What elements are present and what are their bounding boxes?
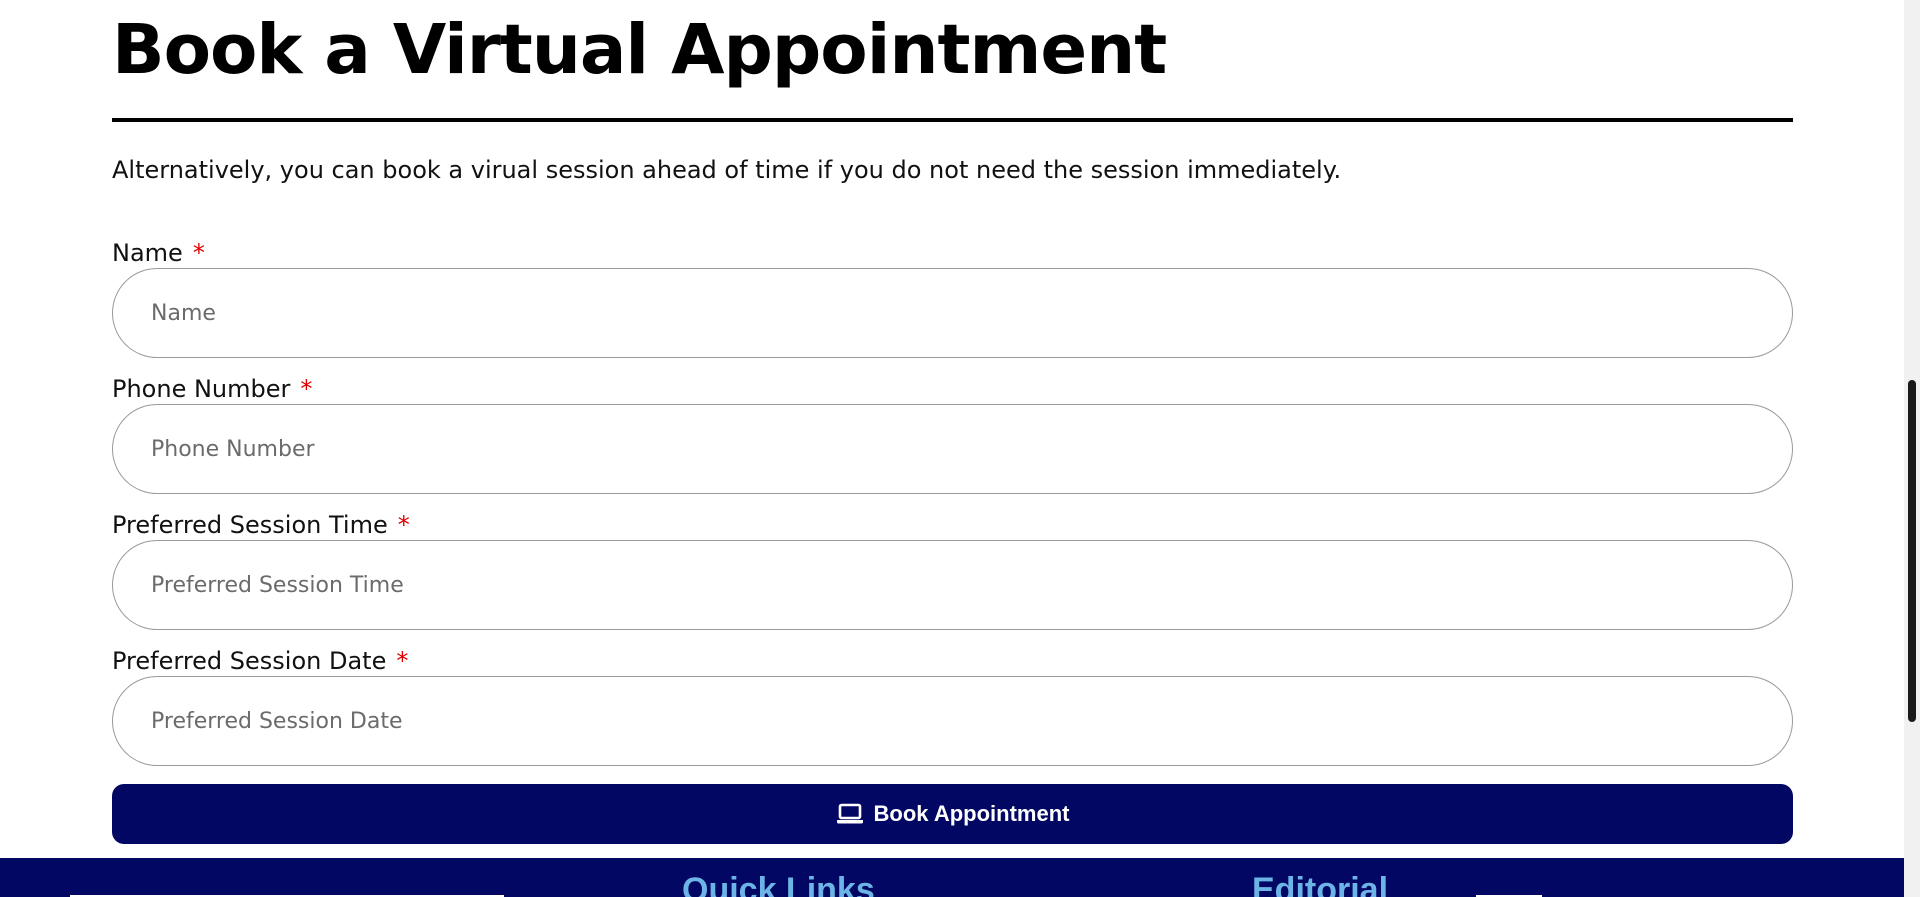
required-marker: * <box>397 511 410 539</box>
phone-field-group: Phone Number * <box>112 374 1793 494</box>
session-date-label: Preferred Session Date * <box>112 646 1793 676</box>
session-time-label-text: Preferred Session Time <box>112 511 388 539</box>
laptop-icon <box>836 803 863 824</box>
session-time-label: Preferred Session Time * <box>112 510 1793 540</box>
session-time-field-group: Preferred Session Time * <box>112 510 1793 630</box>
required-marker: * <box>300 375 313 403</box>
footer-heading-quick-links: Quick Links <box>682 871 875 897</box>
phone-input[interactable] <box>112 404 1793 494</box>
name-label: Name * <box>112 238 1793 268</box>
name-input[interactable] <box>112 268 1793 358</box>
page-title: Book a Virtual Appointment <box>112 10 1167 90</box>
title-divider <box>112 118 1793 122</box>
required-marker: * <box>192 239 205 267</box>
page-scrollbar[interactable] <box>1904 0 1920 897</box>
page: Book a Virtual Appointment Alternatively… <box>0 0 1920 897</box>
required-marker: * <box>396 647 409 675</box>
footer-heading-editorial: Editorial <box>1252 871 1389 897</box>
scrollbar-thumb[interactable] <box>1908 380 1916 722</box>
book-appointment-label: Book Appointment <box>873 801 1070 826</box>
phone-label: Phone Number * <box>112 374 1793 404</box>
session-date-field-group: Preferred Session Date * <box>112 646 1793 766</box>
phone-label-text: Phone Number <box>112 375 291 403</box>
session-time-input[interactable] <box>112 540 1793 630</box>
name-field-group: Name * <box>112 238 1793 358</box>
book-appointment-button[interactable]: Book Appointment <box>112 784 1793 844</box>
site-footer: Quick Links Editorial <box>0 858 1904 897</box>
intro-text: Alternatively, you can book a virual ses… <box>112 156 1342 184</box>
session-date-label-text: Preferred Session Date <box>112 647 387 675</box>
session-date-input[interactable] <box>112 676 1793 766</box>
name-label-text: Name <box>112 239 183 267</box>
